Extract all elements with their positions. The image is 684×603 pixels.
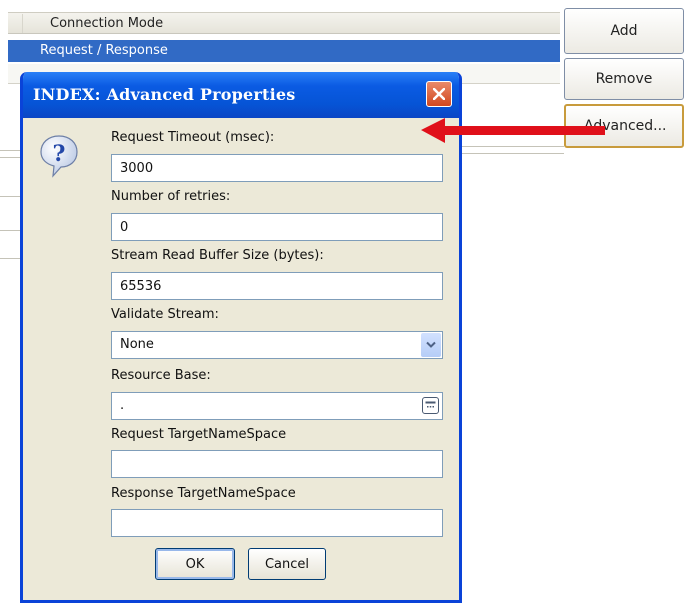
dialog-titlebar[interactable]: INDEX: Advanced Properties [23, 72, 459, 118]
list-item-selected[interactable]: Request / Response [8, 40, 560, 62]
resource-base-label: Resource Base: [111, 368, 211, 383]
column-divider [22, 14, 23, 33]
close-icon [433, 88, 445, 100]
response-namespace-label: Response TargetNameSpace [111, 486, 296, 501]
resource-base-field[interactable]: . [111, 392, 443, 420]
request-timeout-label: Request Timeout (msec): [111, 130, 275, 145]
list-item-label: Request / Response [40, 43, 168, 58]
response-namespace-field[interactable] [111, 509, 443, 537]
ellipsis-icon [425, 401, 436, 408]
request-namespace-field[interactable] [111, 450, 443, 478]
retries-label: Number of retries: [111, 189, 231, 204]
buffer-size-label: Stream Read Buffer Size (bytes): [111, 248, 324, 263]
dropdown-button[interactable] [421, 333, 441, 357]
add-button[interactable]: Add [564, 8, 684, 54]
ok-button[interactable]: OK [155, 548, 235, 580]
validate-stream-value: None [120, 337, 154, 352]
retries-field[interactable] [111, 213, 443, 241]
validate-stream-label: Validate Stream: [111, 307, 219, 322]
request-timeout-field[interactable] [111, 154, 443, 182]
browse-button[interactable] [422, 397, 439, 414]
buffer-size-field[interactable] [111, 272, 443, 300]
resource-base-value: . [120, 398, 125, 413]
list-header: Connection Mode [8, 12, 560, 34]
svg-text:?: ? [53, 141, 66, 167]
red-arrow-annotation [421, 118, 605, 143]
validate-stream-select[interactable]: None [111, 331, 443, 359]
chevron-down-icon [426, 341, 436, 348]
connection-mode-header: Connection Mode [50, 16, 164, 31]
dialog-title: INDEX: Advanced Properties [33, 85, 296, 104]
advanced-properties-dialog: INDEX: Advanced Properties ? Request Tim… [20, 72, 462, 603]
request-namespace-label: Request TargetNameSpace [111, 427, 287, 442]
cancel-button[interactable]: Cancel [248, 548, 326, 580]
remove-button[interactable]: Remove [564, 58, 684, 100]
question-mark-icon: ? [40, 135, 78, 178]
close-button[interactable] [426, 81, 452, 107]
